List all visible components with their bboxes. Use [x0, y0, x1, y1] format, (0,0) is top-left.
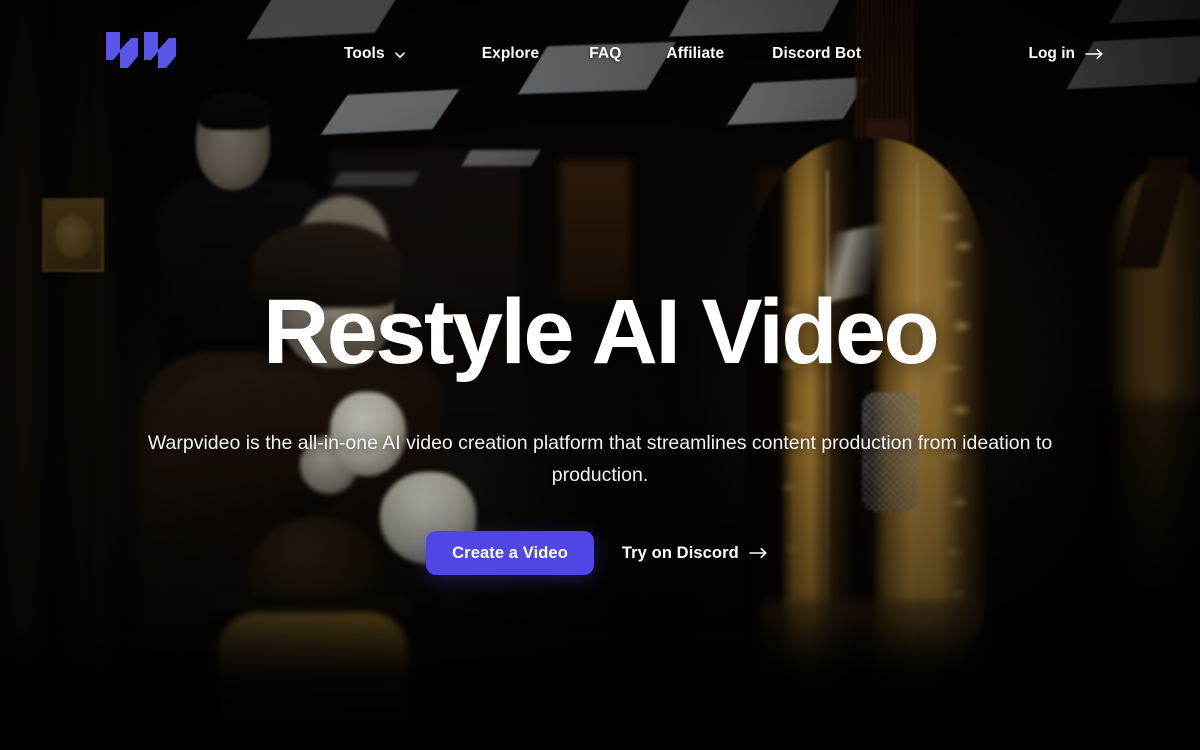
- nav-item-label: FAQ: [589, 45, 622, 62]
- bg-framed-plaque: [42, 198, 104, 272]
- landing-page: Tools Explore FAQ Affiliate Discord Bot: [0, 0, 1200, 750]
- hero-subtitle: Warpvideo is the all-in-one AI video cre…: [147, 432, 1053, 486]
- hero-cta-group: Create a Video Try on Discord: [426, 531, 774, 576]
- try-on-discord-button[interactable]: Try on Discord: [616, 531, 774, 575]
- login-label: Log in: [1028, 45, 1076, 62]
- arrow-right-icon: [749, 548, 767, 559]
- warpvideo-w-logo[interactable]: [104, 30, 192, 78]
- bg-wall-column: [560, 160, 630, 300]
- nav-item-explore[interactable]: Explore: [482, 37, 540, 71]
- ceiling-light-panel: [332, 172, 420, 186]
- nav-item-label: Discord Bot: [772, 45, 862, 62]
- nav-item-label: Explore: [481, 45, 540, 62]
- try-on-discord-label: Try on Discord: [621, 543, 739, 562]
- main-navigation: Tools Explore FAQ Affiliate Discord Bot: [344, 0, 861, 108]
- nav-item-faq[interactable]: FAQ: [589, 37, 621, 71]
- chevron-down-icon: [394, 52, 405, 59]
- nav-item-label: Tools: [344, 45, 385, 62]
- nav-item-affiliate[interactable]: Affiliate: [666, 37, 724, 71]
- bg-bag-script: [930, 200, 990, 620]
- login-link[interactable]: Log in: [1029, 0, 1105, 108]
- page-title: Restyle AI Video: [262, 281, 940, 383]
- create-a-video-button[interactable]: Create a Video: [426, 531, 594, 576]
- nav-item-label: Affiliate: [666, 45, 725, 62]
- arrow-right-icon: [1085, 49, 1103, 59]
- site-header: Tools Explore FAQ Affiliate Discord Bot: [0, 0, 1200, 108]
- nav-item-tools[interactable]: Tools: [344, 37, 406, 71]
- nav-item-discord-bot[interactable]: Discord Bot: [772, 37, 861, 71]
- bg-floor: [0, 620, 1200, 750]
- ceiling-light-panel: [461, 150, 541, 166]
